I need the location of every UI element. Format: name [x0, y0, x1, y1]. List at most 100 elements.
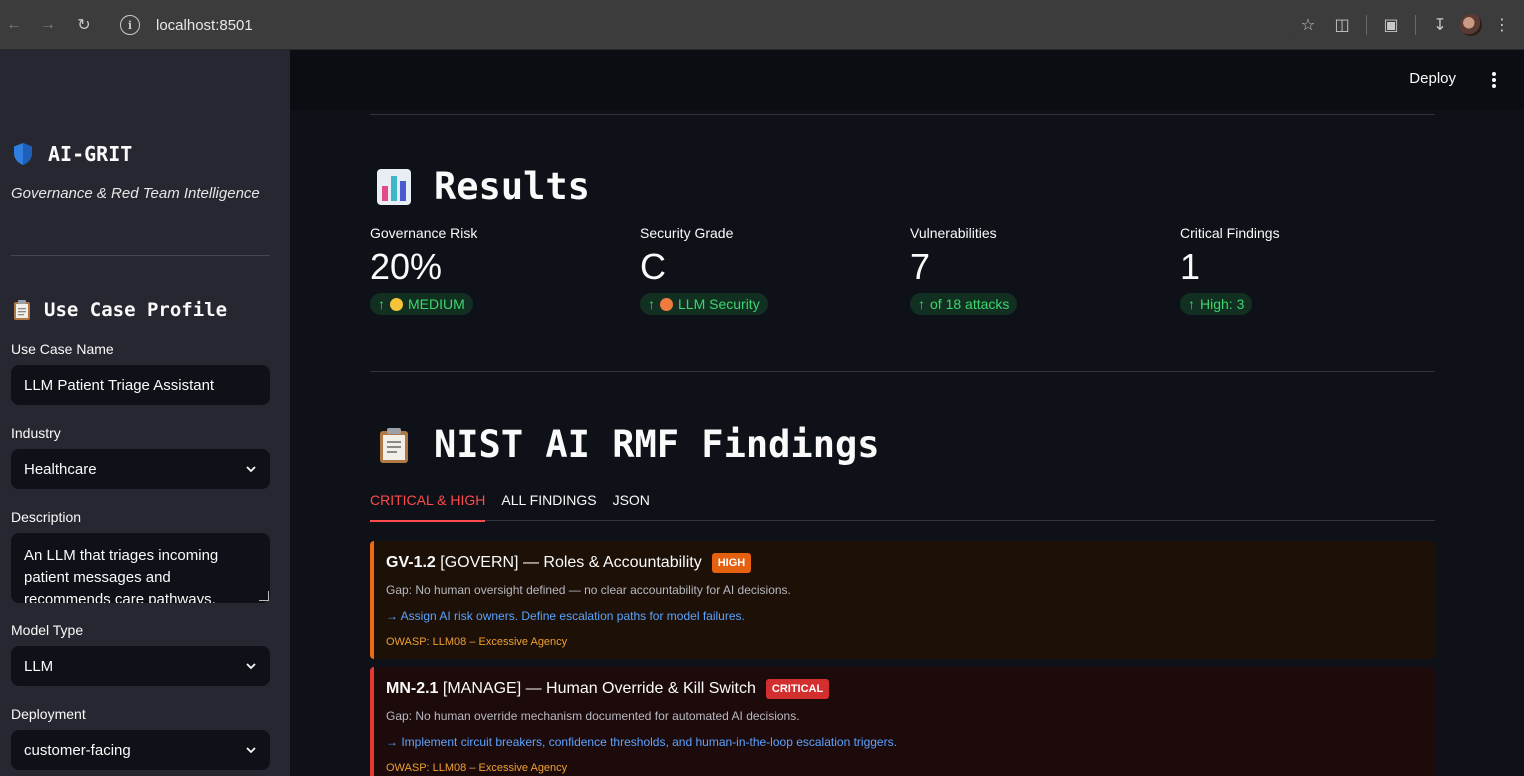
app-tagline: Governance & Red Team Intelligence [11, 185, 260, 202]
finding-code: GV-1.2 [386, 554, 436, 571]
metric-security-grade: Security Grade C ↑ LLM Security [640, 225, 768, 315]
results-heading: Results [376, 165, 590, 208]
model-type-value: LLM [24, 657, 54, 675]
arrow-up-icon: ↑ [918, 296, 925, 312]
use-case-profile-header: Use Case Profile [12, 299, 227, 321]
metric-value: 7 [910, 246, 931, 287]
reload-icon[interactable]: ↻ [70, 11, 98, 39]
shield-icon [14, 143, 32, 165]
profile-avatar[interactable] [1460, 14, 1482, 36]
findings-title: NIST AI RMF Findings [434, 423, 880, 466]
browser-toolbar: ← → ↻ i localhost:8501 ☆ ◫ ▣ ↧ ⋮ [0, 0, 1524, 50]
metric-delta-text: of 18 attacks [930, 296, 1010, 312]
findings-tabs: CRITICAL & HIGH ALL FINDINGS JSON [370, 490, 1435, 522]
back-icon[interactable]: ← [0, 11, 28, 39]
severity-badge: CRITICAL [765, 679, 830, 699]
download-icon[interactable]: ↧ [1426, 11, 1454, 39]
metric-delta: ↑ of 18 attacks [910, 293, 1018, 315]
finding-heading: GV-1.2 [GOVERN] — Roles & Accountability… [386, 553, 1435, 573]
industry-label: Industry [11, 425, 61, 441]
metric-delta: ↑ High: 3 [1180, 293, 1253, 315]
sidebar-divider [11, 255, 270, 256]
toolbar-separator [1366, 15, 1367, 35]
finding-gap: Gap: No human override mechanism documen… [386, 709, 800, 723]
description-label: Description [11, 509, 82, 525]
model-type-label: Model Type [11, 622, 84, 638]
finding-code: MN-2.1 [386, 680, 439, 697]
arrow-up-icon: ↑ [1188, 296, 1195, 312]
deploy-button[interactable]: Deploy [1409, 70, 1456, 87]
metric-delta: ↑ MEDIUM [370, 293, 473, 315]
site-info-icon[interactable]: i [120, 15, 140, 35]
finding-gap: Gap: No human oversight defined — no cle… [386, 583, 791, 597]
metric-label: Security Grade [640, 225, 734, 241]
arrow-up-icon: ↑ [648, 296, 655, 312]
finding-owasp: OWASP: LLM08 – Excessive Agency [386, 636, 568, 648]
use-case-name-label: Use Case Name [11, 341, 114, 357]
resize-handle-icon[interactable] [259, 591, 269, 601]
section-title: Use Case Profile [44, 299, 228, 321]
deployment-select[interactable]: customer-facing [11, 730, 270, 770]
deployment-value: customer-facing [24, 741, 131, 759]
toolbar-separator [1415, 15, 1416, 35]
extensions-icon[interactable]: ◫ [1328, 11, 1356, 39]
yellow-circle-icon [390, 297, 403, 311]
main-content: Deploy Results Governance Risk 20% ↑ MED… [290, 50, 1524, 776]
divider [370, 114, 1435, 115]
url-text: localhost:8501 [156, 16, 253, 34]
chevron-down-icon [246, 466, 256, 473]
clipboard-icon [14, 300, 30, 320]
app-title: AI-GRIT [48, 142, 133, 166]
industry-select[interactable]: Healthcare [11, 449, 270, 489]
tab-all-findings[interactable]: ALL FINDINGS [501, 490, 596, 521]
metric-delta: ↑ LLM Security [640, 293, 768, 315]
metric-label: Critical Findings [1180, 225, 1280, 241]
industry-value: Healthcare [24, 460, 97, 478]
finding-card: GV-1.2 [GOVERN] — Roles & Accountability… [370, 541, 1435, 659]
chevron-down-icon [246, 747, 256, 754]
metric-label: Vulnerabilities [910, 225, 997, 241]
browser-actions: ☆ ◫ ▣ ↧ ⋮ [1294, 0, 1516, 50]
forward-icon[interactable]: → [34, 11, 62, 39]
finding-owasp: OWASP: LLM08 – Excessive Agency [386, 762, 568, 774]
browser-menu-icon[interactable]: ⋮ [1488, 11, 1516, 39]
metric-value: 1 [1180, 246, 1201, 287]
metric-value: C [640, 246, 666, 287]
cast-search-icon[interactable]: ▣ [1377, 11, 1405, 39]
metric-vulnerabilities: Vulnerabilities 7 ↑ of 18 attacks [910, 225, 1018, 315]
finding-title-wrap: GV-1.2 [GOVERN] — Roles & Accountability [386, 554, 702, 572]
tab-json[interactable]: JSON [613, 490, 650, 521]
finding-title-wrap: MN-2.1 [MANAGE] — Human Override & Kill … [386, 680, 756, 698]
metric-delta-text: High: 3 [1200, 296, 1245, 312]
use-case-name-value: LLM Patient Triage Assistant [24, 376, 215, 394]
finding-title: [GOVERN] — Roles & Accountability [440, 554, 702, 571]
metric-delta-text: LLM Security [678, 296, 760, 312]
severity-badge: HIGH [711, 553, 752, 573]
finding-card: MN-2.1 [MANAGE] — Human Override & Kill … [370, 667, 1435, 776]
address-bar[interactable]: i localhost:8501 [110, 8, 1300, 42]
model-type-select[interactable]: LLM [11, 646, 270, 686]
deployment-label: Deployment [11, 706, 86, 722]
app-header: Deploy [290, 50, 1524, 110]
metric-value: 20% [370, 246, 443, 287]
app-brand: AI-GRIT [12, 142, 132, 166]
metric-critical-findings: Critical Findings 1 ↑ High: 3 [1180, 225, 1280, 315]
metric-governance-risk: Governance Risk 20% ↑ MEDIUM [370, 225, 477, 315]
browser-nav: ← → ↻ [0, 0, 98, 50]
main-menu-icon[interactable] [1488, 70, 1500, 90]
bookmark-star-icon[interactable]: ☆ [1294, 11, 1322, 39]
tab-critical-high[interactable]: CRITICAL & HIGH [370, 490, 486, 522]
use-case-name-input[interactable]: LLM Patient Triage Assistant [11, 365, 270, 405]
metric-delta-text: MEDIUM [408, 296, 465, 312]
bar-chart-icon [377, 168, 411, 205]
orange-circle-icon [660, 297, 673, 311]
clipboard-icon [380, 427, 408, 463]
finding-recommendation: → Assign AI risk owners. Define escalati… [386, 609, 745, 623]
divider [370, 371, 1435, 372]
description-textarea[interactable]: An LLM that triages incoming patient mes… [11, 533, 270, 603]
finding-recommendation: → Implement circuit breakers, confidence… [386, 735, 897, 749]
chevron-down-icon [246, 663, 256, 670]
finding-title: [MANAGE] — Human Override & Kill Switch [442, 680, 756, 697]
metric-label: Governance Risk [370, 225, 478, 241]
results-title: Results [434, 165, 590, 208]
